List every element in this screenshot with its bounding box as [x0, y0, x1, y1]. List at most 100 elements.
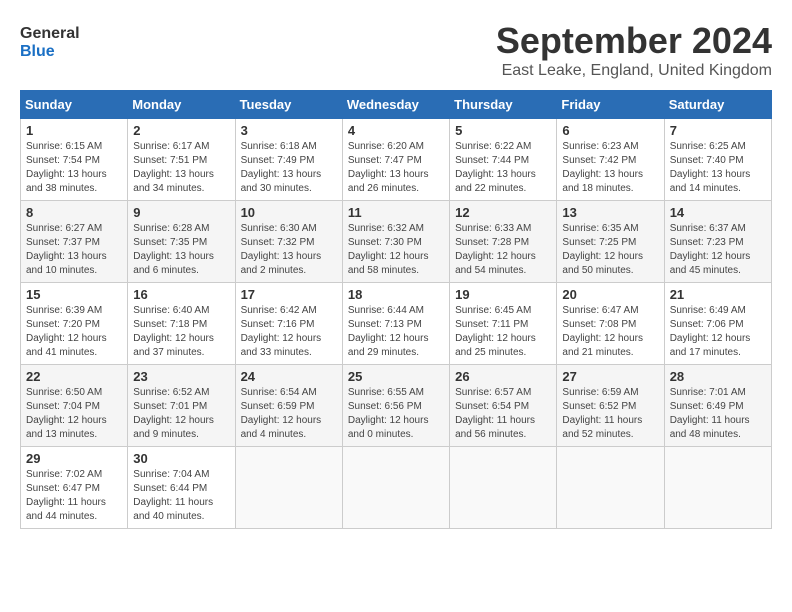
- day-number: 8: [26, 205, 122, 220]
- day-info: Sunrise: 6:30 AM Sunset: 7:32 PM Dayligh…: [241, 222, 337, 278]
- day-number: 5: [455, 123, 551, 138]
- table-row: 2 Sunrise: 6:17 AM Sunset: 7:51 PM Dayli…: [128, 119, 235, 201]
- table-row: 14 Sunrise: 6:37 AM Sunset: 7:23 PM Dayl…: [664, 201, 771, 283]
- day-info: Sunrise: 7:04 AM Sunset: 6:44 PM Dayligh…: [133, 468, 229, 524]
- table-row: 17 Sunrise: 6:42 AM Sunset: 7:16 PM Dayl…: [235, 283, 342, 365]
- calendar-header-row: Sunday Monday Tuesday Wednesday Thursday…: [21, 91, 772, 119]
- page-header: General Blue September 2024 East Leake, …: [20, 20, 772, 80]
- calendar-week-row: 1 Sunrise: 6:15 AM Sunset: 7:54 PM Dayli…: [21, 119, 772, 201]
- logo-general: General: [20, 25, 80, 43]
- day-number: 19: [455, 287, 551, 302]
- day-info: Sunrise: 6:59 AM Sunset: 6:52 PM Dayligh…: [562, 386, 658, 442]
- day-number: 10: [241, 205, 337, 220]
- day-info: Sunrise: 6:32 AM Sunset: 7:30 PM Dayligh…: [348, 222, 444, 278]
- empty-cell: [235, 447, 342, 529]
- table-row: 10 Sunrise: 6:30 AM Sunset: 7:32 PM Dayl…: [235, 201, 342, 283]
- day-info: Sunrise: 6:44 AM Sunset: 7:13 PM Dayligh…: [348, 304, 444, 360]
- day-number: 30: [133, 451, 229, 466]
- table-row: 15 Sunrise: 6:39 AM Sunset: 7:20 PM Dayl…: [21, 283, 128, 365]
- day-number: 4: [348, 123, 444, 138]
- day-number: 22: [26, 369, 122, 384]
- day-info: Sunrise: 6:27 AM Sunset: 7:37 PM Dayligh…: [26, 222, 122, 278]
- day-info: Sunrise: 6:28 AM Sunset: 7:35 PM Dayligh…: [133, 222, 229, 278]
- table-row: 18 Sunrise: 6:44 AM Sunset: 7:13 PM Dayl…: [342, 283, 449, 365]
- empty-cell: [557, 447, 664, 529]
- day-number: 28: [670, 369, 766, 384]
- day-info: Sunrise: 6:33 AM Sunset: 7:28 PM Dayligh…: [455, 222, 551, 278]
- day-info: Sunrise: 6:52 AM Sunset: 7:01 PM Dayligh…: [133, 386, 229, 442]
- table-row: 7 Sunrise: 6:25 AM Sunset: 7:40 PM Dayli…: [664, 119, 771, 201]
- col-tuesday: Tuesday: [235, 91, 342, 119]
- day-number: 11: [348, 205, 444, 220]
- day-number: 27: [562, 369, 658, 384]
- day-info: Sunrise: 6:49 AM Sunset: 7:06 PM Dayligh…: [670, 304, 766, 360]
- table-row: 27 Sunrise: 6:59 AM Sunset: 6:52 PM Dayl…: [557, 365, 664, 447]
- logo: General Blue: [20, 25, 80, 60]
- table-row: 9 Sunrise: 6:28 AM Sunset: 7:35 PM Dayli…: [128, 201, 235, 283]
- table-row: 25 Sunrise: 6:55 AM Sunset: 6:56 PM Dayl…: [342, 365, 449, 447]
- day-info: Sunrise: 6:25 AM Sunset: 7:40 PM Dayligh…: [670, 140, 766, 196]
- day-number: 1: [26, 123, 122, 138]
- col-saturday: Saturday: [664, 91, 771, 119]
- col-friday: Friday: [557, 91, 664, 119]
- title-area: September 2024 East Leake, England, Unit…: [496, 20, 772, 80]
- day-number: 3: [241, 123, 337, 138]
- day-number: 29: [26, 451, 122, 466]
- table-row: 28 Sunrise: 7:01 AM Sunset: 6:49 PM Dayl…: [664, 365, 771, 447]
- day-info: Sunrise: 6:35 AM Sunset: 7:25 PM Dayligh…: [562, 222, 658, 278]
- table-row: 20 Sunrise: 6:47 AM Sunset: 7:08 PM Dayl…: [557, 283, 664, 365]
- table-row: 22 Sunrise: 6:50 AM Sunset: 7:04 PM Dayl…: [21, 365, 128, 447]
- day-info: Sunrise: 7:02 AM Sunset: 6:47 PM Dayligh…: [26, 468, 122, 524]
- location: East Leake, England, United Kingdom: [496, 62, 772, 80]
- day-number: 16: [133, 287, 229, 302]
- day-number: 21: [670, 287, 766, 302]
- table-row: 11 Sunrise: 6:32 AM Sunset: 7:30 PM Dayl…: [342, 201, 449, 283]
- day-number: 15: [26, 287, 122, 302]
- col-wednesday: Wednesday: [342, 91, 449, 119]
- calendar-week-row: 29 Sunrise: 7:02 AM Sunset: 6:47 PM Dayl…: [21, 447, 772, 529]
- table-row: 29 Sunrise: 7:02 AM Sunset: 6:47 PM Dayl…: [21, 447, 128, 529]
- day-number: 13: [562, 205, 658, 220]
- table-row: 4 Sunrise: 6:20 AM Sunset: 7:47 PM Dayli…: [342, 119, 449, 201]
- day-number: 26: [455, 369, 551, 384]
- day-info: Sunrise: 6:42 AM Sunset: 7:16 PM Dayligh…: [241, 304, 337, 360]
- day-info: Sunrise: 6:54 AM Sunset: 6:59 PM Dayligh…: [241, 386, 337, 442]
- day-number: 20: [562, 287, 658, 302]
- day-info: Sunrise: 6:23 AM Sunset: 7:42 PM Dayligh…: [562, 140, 658, 196]
- table-row: 13 Sunrise: 6:35 AM Sunset: 7:25 PM Dayl…: [557, 201, 664, 283]
- day-info: Sunrise: 6:47 AM Sunset: 7:08 PM Dayligh…: [562, 304, 658, 360]
- calendar-week-row: 22 Sunrise: 6:50 AM Sunset: 7:04 PM Dayl…: [21, 365, 772, 447]
- day-number: 24: [241, 369, 337, 384]
- table-row: 3 Sunrise: 6:18 AM Sunset: 7:49 PM Dayli…: [235, 119, 342, 201]
- col-thursday: Thursday: [450, 91, 557, 119]
- table-row: 26 Sunrise: 6:57 AM Sunset: 6:54 PM Dayl…: [450, 365, 557, 447]
- logo-blue: Blue: [20, 43, 80, 61]
- calendar-week-row: 8 Sunrise: 6:27 AM Sunset: 7:37 PM Dayli…: [21, 201, 772, 283]
- table-row: 21 Sunrise: 6:49 AM Sunset: 7:06 PM Dayl…: [664, 283, 771, 365]
- calendar-table: Sunday Monday Tuesday Wednesday Thursday…: [20, 90, 772, 529]
- calendar-week-row: 15 Sunrise: 6:39 AM Sunset: 7:20 PM Dayl…: [21, 283, 772, 365]
- table-row: 8 Sunrise: 6:27 AM Sunset: 7:37 PM Dayli…: [21, 201, 128, 283]
- table-row: 5 Sunrise: 6:22 AM Sunset: 7:44 PM Dayli…: [450, 119, 557, 201]
- col-sunday: Sunday: [21, 91, 128, 119]
- day-info: Sunrise: 6:18 AM Sunset: 7:49 PM Dayligh…: [241, 140, 337, 196]
- day-info: Sunrise: 6:17 AM Sunset: 7:51 PM Dayligh…: [133, 140, 229, 196]
- day-info: Sunrise: 6:50 AM Sunset: 7:04 PM Dayligh…: [26, 386, 122, 442]
- day-info: Sunrise: 6:22 AM Sunset: 7:44 PM Dayligh…: [455, 140, 551, 196]
- day-number: 9: [133, 205, 229, 220]
- day-info: Sunrise: 6:45 AM Sunset: 7:11 PM Dayligh…: [455, 304, 551, 360]
- table-row: 1 Sunrise: 6:15 AM Sunset: 7:54 PM Dayli…: [21, 119, 128, 201]
- day-number: 18: [348, 287, 444, 302]
- col-monday: Monday: [128, 91, 235, 119]
- day-number: 6: [562, 123, 658, 138]
- day-info: Sunrise: 6:37 AM Sunset: 7:23 PM Dayligh…: [670, 222, 766, 278]
- day-info: Sunrise: 6:40 AM Sunset: 7:18 PM Dayligh…: [133, 304, 229, 360]
- day-number: 14: [670, 205, 766, 220]
- day-number: 25: [348, 369, 444, 384]
- day-info: Sunrise: 6:20 AM Sunset: 7:47 PM Dayligh…: [348, 140, 444, 196]
- table-row: 24 Sunrise: 6:54 AM Sunset: 6:59 PM Dayl…: [235, 365, 342, 447]
- day-info: Sunrise: 7:01 AM Sunset: 6:49 PM Dayligh…: [670, 386, 766, 442]
- table-row: 19 Sunrise: 6:45 AM Sunset: 7:11 PM Dayl…: [450, 283, 557, 365]
- day-info: Sunrise: 6:15 AM Sunset: 7:54 PM Dayligh…: [26, 140, 122, 196]
- table-row: 6 Sunrise: 6:23 AM Sunset: 7:42 PM Dayli…: [557, 119, 664, 201]
